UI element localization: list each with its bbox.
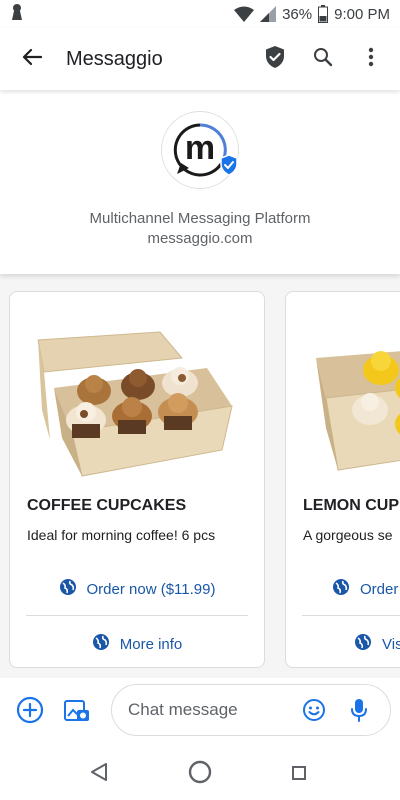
battery-percent: 36% [282, 5, 313, 23]
more-info-button[interactable]: More info [26, 627, 248, 661]
card-title: COFFEE CUPCAKES [27, 497, 187, 514]
emoji-icon[interactable] [302, 698, 326, 727]
business-description: Multichannel Messaging Platform [89, 210, 311, 227]
nav-back-icon[interactable] [90, 762, 108, 787]
logo-letter: m [185, 129, 215, 167]
card-image [10, 292, 264, 478]
signal-icon [260, 6, 277, 22]
battery-icon [318, 5, 329, 23]
business-header: m Multichannel Messaging Platform messag… [0, 90, 400, 274]
compose-bar [0, 678, 400, 742]
card-description: A gorgeous se [303, 527, 393, 543]
chat-message-input[interactable] [128, 698, 298, 722]
rich-card[interactable]: COFFEE CUPCAKES Ideal for morning coffee… [9, 291, 265, 668]
search-button[interactable] [306, 42, 340, 76]
more-info-label: More info [119, 635, 183, 653]
business-url[interactable]: messaggio.com [0, 230, 400, 247]
visit-button[interactable]: Vis [354, 627, 400, 661]
back-arrow-icon [22, 48, 43, 71]
add-circle-icon[interactable] [16, 696, 44, 729]
globe-icon [354, 633, 372, 655]
nav-home-icon[interactable] [188, 760, 212, 789]
conversation-area[interactable]: COFFEE CUPCAKES Ideal for morning coffee… [0, 274, 400, 678]
more-vert-icon [368, 47, 374, 72]
business-logo[interactable]: m [161, 111, 239, 189]
gallery-icon[interactable] [63, 696, 91, 729]
rich-card[interactable]: LEMON CUP A gorgeous se Order Vis [285, 291, 400, 668]
search-icon [313, 47, 333, 72]
order-now-button[interactable]: Order now ($11.99) [26, 572, 248, 606]
chat-input-box[interactable] [111, 684, 391, 736]
system-nav-bar [0, 742, 400, 800]
order-now-label: Order now ($11.99) [86, 580, 216, 598]
keyhole-icon [10, 3, 24, 26]
card-divider [302, 615, 400, 616]
card-divider [26, 615, 248, 616]
wifi-icon [234, 6, 255, 22]
back-button[interactable] [12, 39, 52, 79]
app-title: Messaggio [66, 47, 163, 70]
globe-icon [92, 633, 110, 655]
status-bar: 36% 9:00 PM [0, 0, 400, 28]
visit-label: Vis [382, 635, 400, 653]
order-label: Order [360, 580, 399, 598]
cupcake-box-image [37, 331, 233, 477]
verified-badge-icon [219, 154, 239, 181]
lemon-cupcake-box-image [316, 351, 400, 471]
globe-icon [59, 578, 77, 600]
app-bar: Messaggio [0, 28, 400, 90]
more-button[interactable] [354, 42, 388, 76]
card-title: LEMON CUP [303, 497, 399, 514]
shield-check-icon [264, 45, 286, 74]
globe-icon [332, 578, 350, 600]
clock: 9:00 PM [334, 5, 390, 23]
mic-icon[interactable] [350, 698, 368, 727]
card-image [286, 292, 400, 478]
nav-recent-icon[interactable] [292, 766, 306, 785]
verified-button[interactable] [258, 42, 292, 76]
card-description: Ideal for morning coffee! 6 pcs [27, 527, 216, 543]
order-button[interactable]: Order [332, 572, 400, 606]
